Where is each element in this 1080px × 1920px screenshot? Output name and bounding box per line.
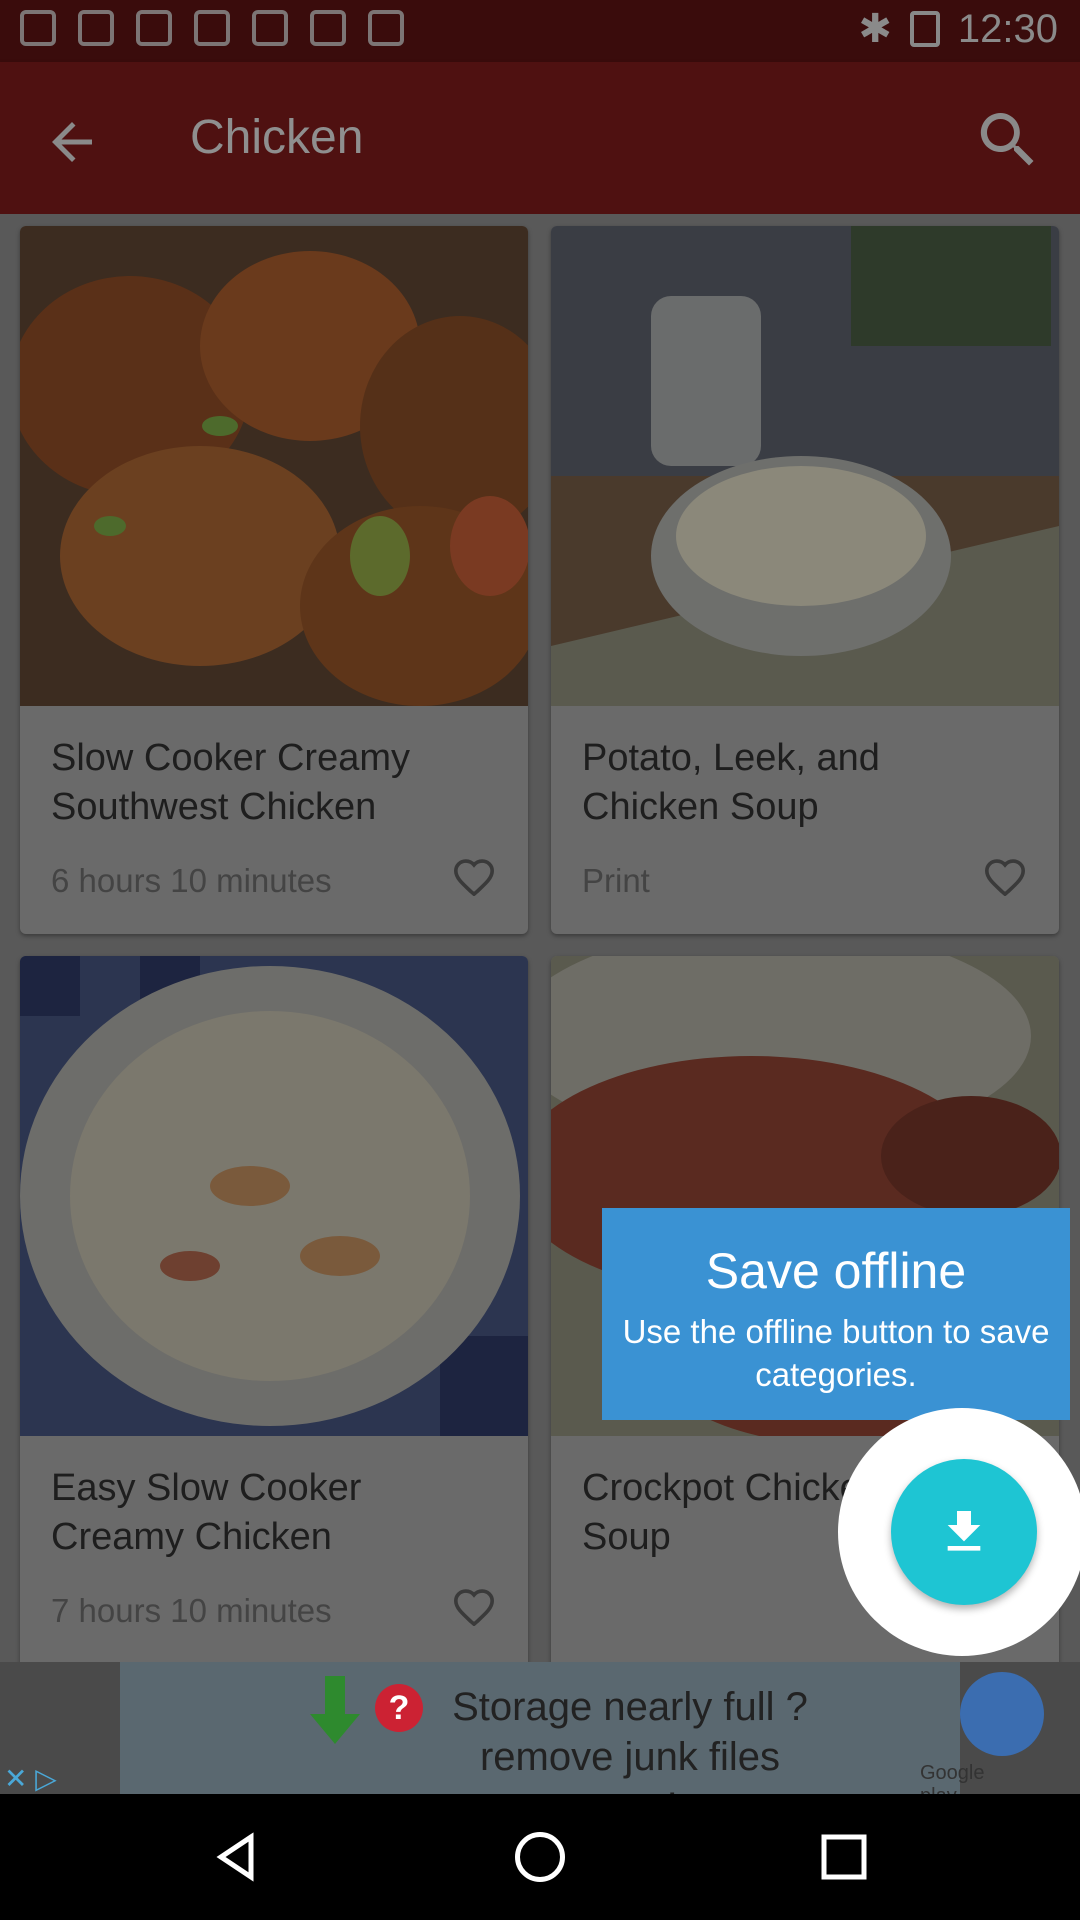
notification-icon — [78, 10, 114, 46]
ad-line-1: Storage nearly full ? — [452, 1685, 808, 1729]
recipe-cook-time: 6 hours 10 minutes — [51, 862, 332, 899]
notification-icon — [20, 10, 56, 46]
recipe-title: Potato, Leek, and Chicken Soup — [582, 737, 880, 828]
notification-icon — [194, 10, 230, 46]
recipe-print-link[interactable]: Print — [582, 862, 650, 900]
google-play-badge: Google play — [920, 1762, 985, 1794]
notification-icon — [252, 10, 288, 46]
recipe-card[interactable]: Slow Cooker Creamy Southwest Chicken 6 h… — [20, 226, 528, 934]
save-offline-tooltip[interactable]: Save offline Use the offline button to s… — [602, 1208, 1070, 1420]
tooltip-title: Save offline — [705, 1243, 967, 1299]
recipe-image-soup-bowl — [551, 226, 1059, 706]
page-title: Chicken — [190, 111, 364, 164]
ad-close-icon[interactable]: ✕ ▷ — [4, 1762, 57, 1794]
cleaner-icon — [960, 1672, 1044, 1756]
back-arrow-icon[interactable] — [42, 112, 102, 172]
system-icons: ✱ 12:30 — [858, 6, 1058, 52]
notification-icon — [368, 10, 404, 46]
status-bar: ✱ 12:30 — [0, 0, 1080, 62]
download-offline-button[interactable] — [891, 1459, 1037, 1605]
recents-nav-icon[interactable] — [814, 1827, 874, 1887]
ad-banner[interactable]: ? Storage nearly full ? remove junk file… — [0, 1662, 1080, 1794]
battery-icon — [909, 11, 940, 47]
recipe-image-pasta-bowl — [20, 956, 528, 1436]
back-nav-icon[interactable] — [206, 1827, 266, 1887]
recipe-title: Slow Cooker Creamy Southwest Chicken — [51, 737, 410, 828]
recipe-image-roast-chicken — [20, 226, 528, 706]
download-icon — [947, 1511, 981, 1551]
heart-icon[interactable] — [452, 856, 496, 896]
tooltip-body: Use the offline button to save categorie… — [622, 1313, 1050, 1393]
bluetooth-icon: ✱ — [858, 7, 892, 51]
status-time: 12:30 — [957, 6, 1058, 51]
ad-line-2: remove junk files now ! — [479, 1735, 781, 1794]
recipe-title: Easy Slow Cooker Creamy Chicken — [51, 1467, 362, 1558]
notification-icon — [310, 10, 346, 46]
navigation-bar — [0, 1794, 1080, 1920]
down-arrow-icon — [310, 1676, 360, 1744]
home-nav-icon[interactable] — [510, 1827, 570, 1887]
heart-icon[interactable] — [983, 856, 1027, 896]
notification-icon — [136, 10, 172, 46]
recipe-cook-time: 7 hours 10 minutes — [51, 1592, 332, 1629]
ad-content[interactable]: ? Storage nearly full ? remove junk file… — [120, 1662, 1044, 1794]
heart-icon[interactable] — [452, 1586, 496, 1626]
search-icon[interactable] — [972, 104, 1044, 176]
recipe-card[interactable]: Easy Slow Cooker Creamy Chicken 7 hours … — [20, 956, 528, 1662]
notification-icons — [20, 10, 404, 46]
help-icon: ? — [375, 1684, 423, 1732]
recipe-card[interactable]: Potato, Leek, and Chicken Soup Print — [551, 226, 1059, 934]
ad-text: Storage nearly full ? remove junk files … — [450, 1682, 810, 1794]
app-bar: Chicken — [0, 62, 1080, 214]
